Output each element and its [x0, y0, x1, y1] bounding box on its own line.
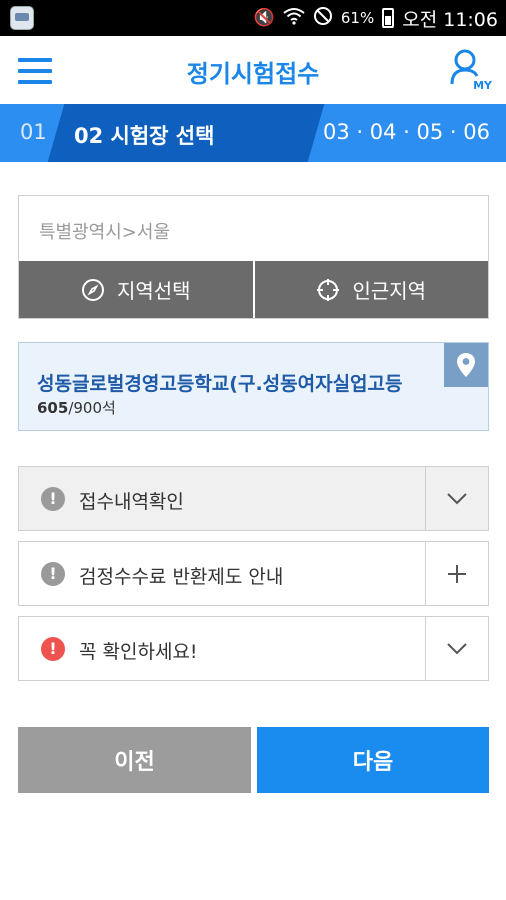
status-bar: 🔇 61% 오전 11:06: [0, 0, 506, 36]
select-region-label: 지역선택: [116, 279, 191, 303]
battery-icon: [382, 8, 395, 28]
seats-taken: 605: [37, 399, 69, 417]
my-label: MY: [473, 79, 492, 92]
status-icons: 🔇 61% 오전 11:06: [254, 0, 498, 36]
chevron-down-icon[interactable]: [425, 467, 488, 530]
app-header: 정기시험접수 MY: [0, 36, 506, 104]
selected-region-text: 특별광역시>서울: [39, 222, 171, 243]
page-title: 정기시험접수: [186, 60, 320, 88]
region-buttons: 지역선택 인근지역: [19, 261, 488, 318]
nearby-region-button[interactable]: 인근지역: [252, 261, 488, 318]
plus-icon[interactable]: [425, 542, 488, 605]
info-alert-icon: !: [41, 487, 65, 511]
accordion-label: 접수내역확인: [79, 491, 184, 513]
accordion-label: 검정수수료 반환제도 안내: [79, 566, 284, 588]
exam-site-seats: 605/900석: [37, 397, 116, 418]
nearby-region-label: 인근지역: [352, 279, 427, 303]
accordion-label: 꼭 확인하세요!: [79, 641, 198, 663]
compass-icon: [81, 278, 104, 301]
crosshair-icon: [317, 278, 340, 301]
exam-site-name: 성동글로벌경영고등학교(구.성동여자실업고등: [37, 373, 403, 395]
accordion-important-notice[interactable]: ! 꼭 확인하세요!: [18, 616, 489, 681]
my-page-button[interactable]: MY: [450, 48, 492, 92]
step-02-current: 02 시험장 선택: [74, 124, 215, 148]
step-progress-bar: 01 02 시험장 선택 03 · 04 · 05 · 06: [0, 104, 506, 162]
battery-percent: 61%: [340, 9, 375, 27]
previous-button[interactable]: 이전: [18, 727, 251, 793]
warning-alert-icon: !: [41, 637, 65, 661]
remaining-steps: 03 · 04 · 05 · 06: [323, 120, 490, 144]
accordion-fee-refund-info[interactable]: ! 검정수수료 반환제도 안내: [18, 541, 489, 606]
step-01: 01: [20, 120, 47, 144]
seats-total: /900석: [68, 399, 116, 417]
accordion-application-history[interactable]: ! 접수내역확인: [18, 466, 489, 531]
mute-icon: 🔇: [253, 8, 275, 28]
notification-app-icon: [10, 6, 34, 30]
select-region-button[interactable]: 지역선택: [19, 261, 253, 318]
clock: 오전 11:06: [402, 8, 498, 31]
wifi-icon: [283, 7, 305, 30]
next-button[interactable]: 다음: [257, 727, 489, 793]
info-alert-icon: !: [41, 562, 65, 586]
selected-exam-site-card[interactable]: 성동글로벌경영고등학교(구.성동여자실업고등 605/900석: [18, 342, 489, 431]
region-selector: 특별광역시>서울 지역선택 인근지역: [18, 195, 489, 319]
map-pin-icon[interactable]: [444, 343, 488, 387]
do-not-disturb-icon: [313, 6, 333, 31]
chevron-down-icon[interactable]: [425, 617, 488, 680]
